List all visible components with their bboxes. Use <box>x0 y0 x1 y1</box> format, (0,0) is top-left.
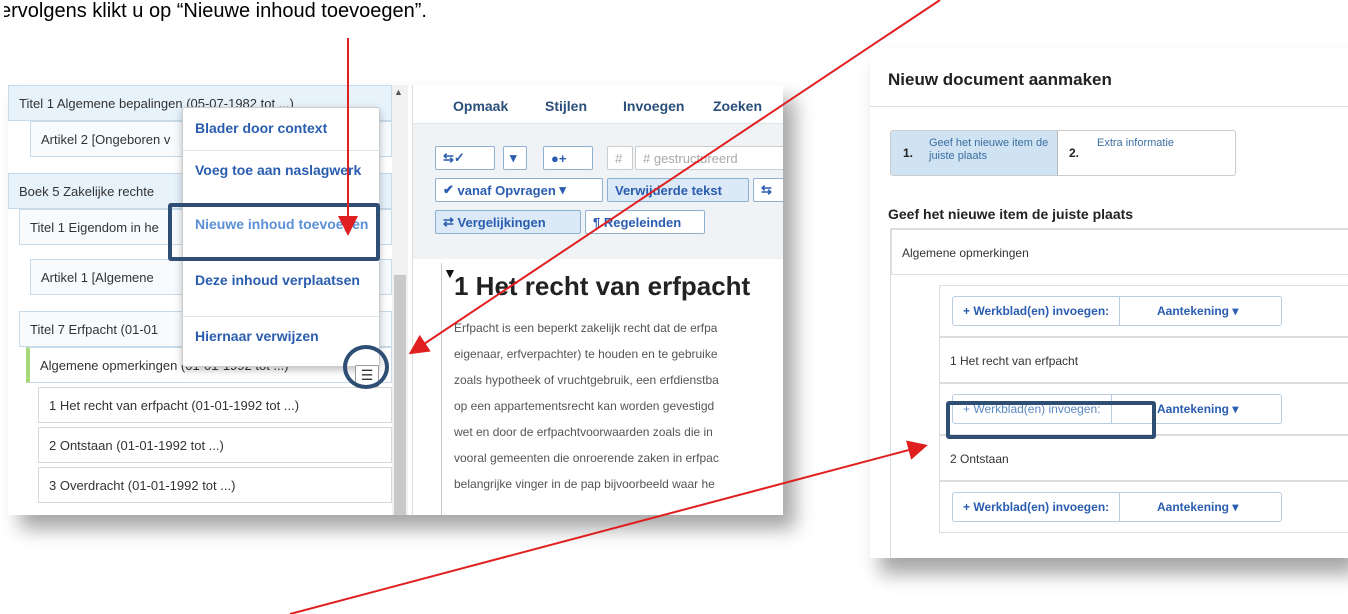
left-screenshot: Titel 1 Algemene bepalingen (05-07-1982 … <box>8 85 783 515</box>
doc-line: Erfpacht is een beperkt zakelijk recht d… <box>454 321 718 335</box>
sync-icon[interactable]: ⇆ <box>753 178 783 202</box>
menu-zoeken[interactable]: Zoeken <box>713 98 762 114</box>
section-label: Geef het nieuwe item de juiste plaats <box>888 206 1134 222</box>
menu-item-verplaatsen[interactable]: Deze inhoud verplaatsen <box>195 270 370 290</box>
step-1-number: 1. <box>903 146 914 160</box>
structured-button[interactable]: # gestructureerd <box>635 146 783 170</box>
step-2-number: 2. <box>1069 146 1080 160</box>
annotation-dropdown[interactable]: Aantekening ▾ <box>1149 395 1246 423</box>
menu-item-naslagwerk[interactable]: Voeg toe aan naslagwerk <box>195 160 370 180</box>
tree-item-overdracht[interactable]: 3 Overdracht (01-01-1992 tot ...) <box>38 467 392 503</box>
editor-toolbar: ⇆✓ ▾ ●+ # # gestructureerd ✔ vanaf Opvra… <box>413 124 783 259</box>
dialog-title: Nieuw document aanmaken <box>888 70 1112 89</box>
insert-split-button[interactable]: + Werkblad(en) invoegen: Aantekening ▾ <box>952 492 1282 522</box>
instruction-caption: ervolgens klikt u op “Nieuwe inhoud toev… <box>0 0 427 22</box>
line-endings-button[interactable]: ¶ Regeleinden <box>585 210 705 234</box>
menu-item-verwijzen[interactable]: Hiernaar verwijzen <box>195 326 370 346</box>
annotation-dropdown[interactable]: Aantekening ▾ <box>1149 297 1246 325</box>
right-screenshot: Nieuw document aanmaken 1. Geef het nieu… <box>870 48 1348 558</box>
doc-heading: 1 Het recht van erfpacht <box>454 271 751 301</box>
menu-stijlen[interactable]: Stijlen <box>545 98 587 114</box>
doc-line: eigenaar, erfverpachter) te houden en te… <box>454 347 718 361</box>
dialog-divider <box>870 106 1348 107</box>
insert-worksheet-button[interactable]: + Werkblad(en) invoegen: <box>953 493 1121 521</box>
tree-item-recht-erfpacht[interactable]: 1 Het recht van erfpacht (01-01-1992 tot… <box>38 387 392 423</box>
comment-add-icon[interactable]: ●+ <box>543 146 593 170</box>
caption-crop-edge <box>0 0 4 30</box>
menu-divider <box>183 150 379 151</box>
menu-invoegen[interactable]: Invoegen <box>623 98 684 114</box>
scroll-up-icon[interactable]: ▲ <box>394 87 403 97</box>
row-label: 1 Het recht van erfpacht <box>950 354 1079 368</box>
menu-divider <box>183 316 379 317</box>
row-label: Algemene opmerkingen <box>902 246 1029 260</box>
doc-line: op een appartementsrecht kan worden geve… <box>454 399 715 413</box>
highlight-box-insert <box>946 401 1156 439</box>
editor-pane: Opmaak Stijlen Invoegen Zoeken ⇆✓ ▾ ●+ #… <box>412 85 783 515</box>
placement-panel: Algemene opmerkingen + Werkblad(en) invo… <box>890 228 1348 558</box>
from-requests-label: vanaf Opvragen <box>457 182 556 198</box>
menu-opmaak[interactable]: Opmaak <box>453 98 508 114</box>
comparisons-button[interactable]: ⇄ Vergelijkingen <box>435 210 581 234</box>
insert-slot-1: + Werkblad(en) invoegen: Aantekening ▾ <box>939 285 1348 337</box>
step-1[interactable]: 1. Geef het nieuwe item de juiste plaats <box>891 131 1058 175</box>
doc-line: zoals hypotheek of vruchtgebruik, een er… <box>454 373 719 387</box>
insert-split-button[interactable]: + Werkblad(en) invoegen: Aantekening ▾ <box>952 296 1282 326</box>
row-label: 2 Ontstaan <box>950 452 1009 466</box>
insert-worksheet-button[interactable]: + Werkblad(en) invoegen: <box>953 297 1121 325</box>
document-content: 1 Het recht van erfpacht Erfpacht is een… <box>441 263 783 515</box>
row-ontstaan[interactable]: 2 Ontstaan <box>939 435 1348 481</box>
tree-scrollbar-thumb[interactable] <box>394 275 406 515</box>
step-2-label[interactable]: Extra informatie <box>1097 137 1217 150</box>
row-recht-erfpacht[interactable]: 1 Het recht van erfpacht <box>939 337 1348 383</box>
hash-button[interactable]: # <box>607 146 633 170</box>
comparisons-label: Vergelijkingen <box>457 214 546 230</box>
row-algemene-opmerkingen[interactable]: Algemene opmerkingen <box>891 229 1348 275</box>
doc-line: vooral gemeenten die onroerende zaken in… <box>454 451 719 465</box>
highlight-circle-menu <box>343 345 389 389</box>
deleted-text-button[interactable]: Verwijderde tekst <box>607 178 749 202</box>
annotation-dropdown[interactable]: Aantekening ▾ <box>1149 493 1246 521</box>
from-requests-button[interactable]: ✔ vanaf Opvragen ▾ <box>435 178 603 202</box>
doc-line: wet en door de erfpachtvoorwaarden zoals… <box>454 425 713 439</box>
step-1-label: Geef het nieuwe item de juiste plaats <box>929 137 1049 162</box>
highlight-box-nieuwe-inhoud <box>168 203 380 261</box>
track-dropdown-button[interactable]: ▾ <box>503 146 527 170</box>
tree-item-ontstaan[interactable]: 2 Ontstaan (01-01-1992 tot ...) <box>38 427 392 463</box>
menu-item-blader[interactable]: Blader door context <box>195 118 370 138</box>
wizard-steps: 1. Geef het nieuwe item de juiste plaats… <box>890 130 1236 176</box>
track-changes-button[interactable]: ⇆✓ <box>435 146 495 170</box>
doc-line: belangrijke vinger in de pap bijvoorbeel… <box>454 477 715 491</box>
editor-menubar: Opmaak Stijlen Invoegen Zoeken <box>413 85 783 124</box>
line-endings-label: Regeleinden <box>603 214 682 230</box>
document-tree: Titel 1 Algemene bepalingen (05-07-1982 … <box>8 85 393 515</box>
insert-slot-3: + Werkblad(en) invoegen: Aantekening ▾ <box>939 481 1348 533</box>
